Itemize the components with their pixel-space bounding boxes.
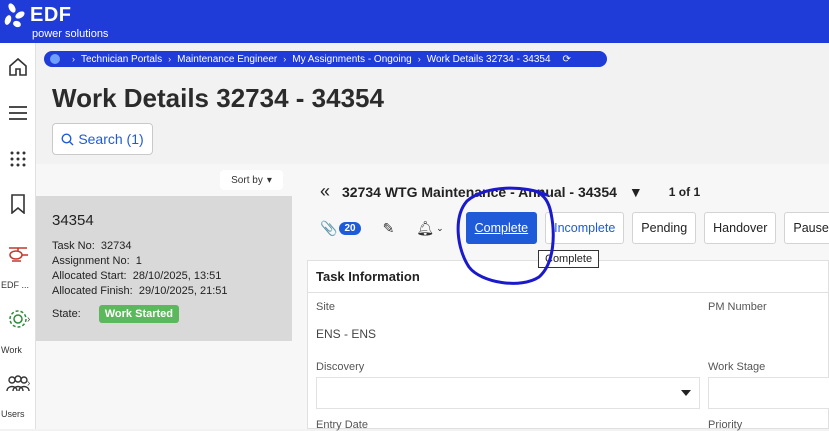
action-toolbar: 📎 20 ✎ 🔔︎ ⌄ Complete Incomplete Pending … [320,212,829,244]
attachments-button[interactable]: 📎 20 [320,220,361,237]
assignment-card[interactable]: 34354 Task No: 32734 Assignment No: 1 Al… [36,196,292,341]
nav-edf-label: EDF ... [1,280,30,290]
apps-grid-icon [10,151,26,167]
card-allocated-start: Allocated Start: 28/10/2025, 13:51 [52,270,222,282]
chevron-down-icon[interactable]: ⌄ [436,223,444,234]
chevron-right-icon: › [72,54,75,64]
breadcrumb-item[interactable]: Maintenance Engineer [177,54,277,65]
discovery-select[interactable] [316,377,700,409]
bookmark-icon [11,194,25,214]
card-state: State: Work Started [52,305,276,323]
nav-bookmark[interactable] [0,188,36,220]
nav-menu[interactable] [0,97,36,129]
breadcrumb-item[interactable]: My Assignments - Ongoing [292,54,412,65]
caret-down-icon: ▾ [266,174,272,186]
main-area: › Technician Portals › Maintenance Engin… [36,43,829,431]
search-icon [61,132,74,145]
chevron-right-icon: › [168,54,172,64]
site-value: ENS - ENS [316,327,377,341]
double-chevron-left-icon[interactable]: « [320,181,330,202]
pause-button[interactable]: Pause [784,212,829,244]
discovery-label: Discovery [316,361,365,373]
nav-users[interactable] [0,368,36,400]
top-bar: EDF power solutions [0,0,829,43]
pending-button[interactable]: Pending [632,212,697,244]
sort-by-dropdown[interactable]: Sort by ▾ [220,170,283,190]
menu-icon [9,106,27,120]
complete-tooltip: Complete [538,250,600,268]
nav-users-label: Users [1,409,25,419]
priority-label: Priority [708,419,743,431]
helicopter-icon [9,247,28,262]
status-badge: Work Started [98,305,180,323]
complete-button[interactable]: Complete [465,212,538,244]
search-button[interactable]: Search (1) [52,123,153,155]
left-nav: EDF ... › Work › Users [0,43,36,429]
paperclip-icon: 📎 [320,219,338,236]
caret-down-icon [681,390,691,396]
nav-home[interactable] [0,51,36,83]
incomplete-button[interactable]: Incomplete [545,212,625,244]
nav-work[interactable] [0,303,36,335]
refresh-icon[interactable]: ⟳ [563,54,571,65]
chevron-right-icon: › [27,314,31,325]
card-title: 34354 [52,212,94,229]
nav-edf[interactable] [0,238,36,270]
site-label: Site [316,301,335,313]
assignment-list: Sort by ▾ 34354 Task No: 32734 Assignmen… [36,164,292,429]
state-label: State: [52,308,81,320]
breadcrumb-home-icon[interactable] [50,54,60,64]
chevron-right-icon: › [417,54,421,64]
entry-date-label: Entry Date [316,419,368,431]
handover-button[interactable]: Handover [704,212,777,244]
pencil-icon[interactable]: ✎ [383,220,395,237]
chevron-right-icon: › [27,378,31,389]
page-title: Work Details 32734 - 34354 [52,83,384,113]
card-allocated-finish: Allocated Finish: 29/10/2025, 21:51 [52,285,228,297]
breadcrumb-item[interactable]: Technician Portals [81,54,162,65]
attachment-count-badge: 20 [339,221,361,235]
work-stage-field[interactable] [708,377,829,409]
record-count: 1 of 1 [668,184,701,199]
card-task-no: Task No: 32734 [52,240,132,252]
breadcrumb-item-current: Work Details 32734 - 34354 [426,53,551,65]
detail-panel: « 32734 WTG Maintenance - Annual - 34354… [292,164,829,431]
task-information-section: Task Information Site PM Number ENS - EN… [307,260,829,431]
caret-down-icon[interactable]: ▼ [629,184,643,200]
sort-label: Sort by [231,174,263,186]
edf-flower-logo-icon [4,3,25,28]
detail-header: « 32734 WTG Maintenance - Annual - 34354… [320,181,700,202]
home-icon [9,57,27,76]
pm-number-label: PM Number [708,301,767,313]
breadcrumb: › Technician Portals › Maintenance Engin… [44,51,607,67]
work-stage-label: Work Stage [708,361,766,373]
detail-title: 32734 WTG Maintenance - Annual - 34354 [342,183,617,200]
bell-icon[interactable]: 🔔︎ [416,220,434,237]
brand-name: EDF [30,4,72,26]
search-button-label: Search (1) [78,131,144,147]
nav-work-label: Work [1,345,22,355]
brand-tagline: power solutions [32,28,109,40]
chevron-right-icon: › [283,54,287,64]
card-assignment-no: Assignment No: 1 [52,255,142,267]
nav-apps[interactable] [0,143,36,175]
